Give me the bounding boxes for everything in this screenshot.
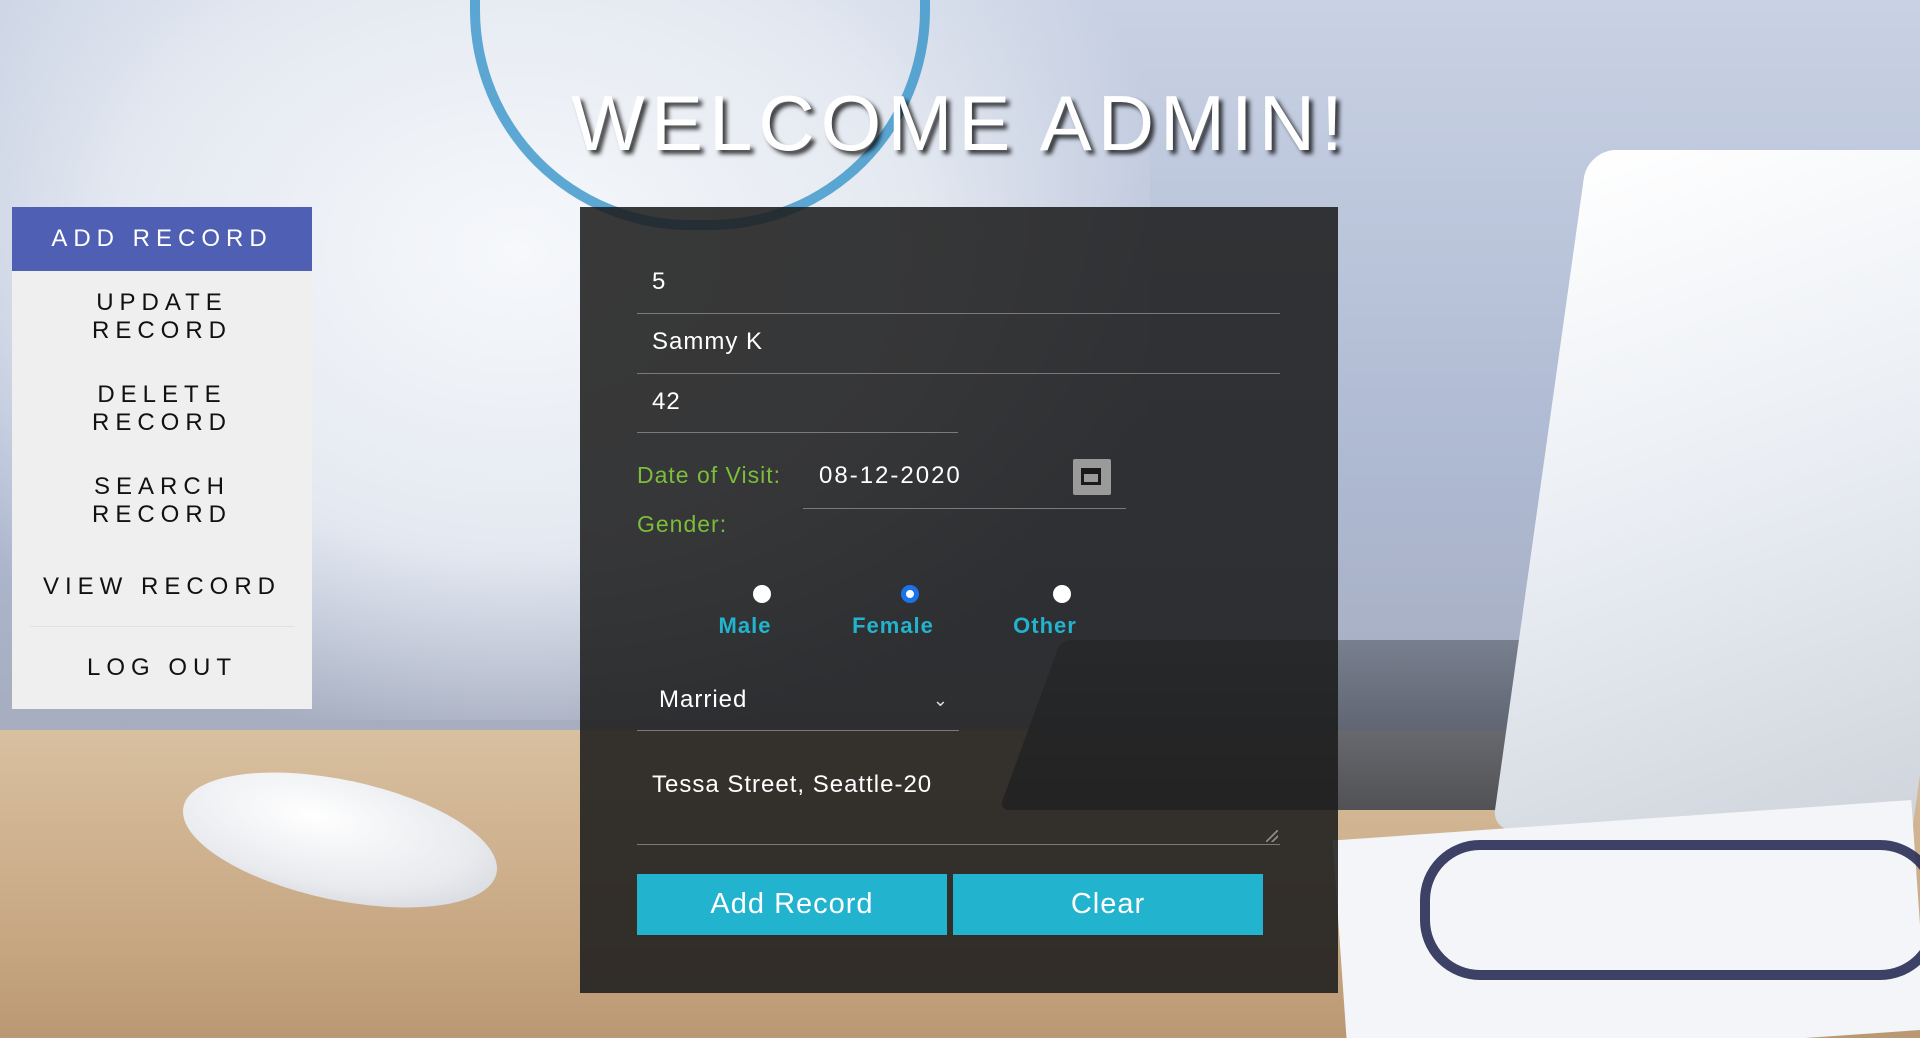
date-value: 08-12-2020 [819, 462, 962, 489]
gender-label: Gender: [637, 511, 728, 537]
sidebar-item-log-out[interactable]: LOG OUT [12, 627, 312, 709]
gender-radio-male[interactable]: Male [700, 585, 790, 639]
marital-status-value: Married [659, 686, 748, 713]
add-record-button[interactable]: Add Record [637, 874, 947, 935]
date-of-visit-field[interactable]: 08-12-2020 [803, 442, 1126, 509]
radio-label-other: Other [1013, 613, 1077, 638]
radio-button[interactable] [1053, 585, 1071, 603]
add-record-form: 5 Sammy K 42 Date of Visit: 08-12-2020 G… [580, 207, 1338, 993]
sidebar-item-view-record[interactable]: VIEW RECORD [30, 547, 294, 627]
age-field[interactable]: 42 [637, 375, 958, 433]
sidebar-item-delete-record[interactable]: DELETE RECORD [12, 363, 312, 455]
chevron-down-icon: ⌄ [932, 690, 949, 710]
sidebar-item-add-record[interactable]: ADD RECORD [12, 207, 312, 271]
name-field[interactable]: Sammy K [637, 315, 1280, 374]
radio-button-checked[interactable] [901, 585, 919, 603]
calendar-icon[interactable] [1073, 459, 1111, 495]
gender-radio-group: Male Female Other [580, 585, 1338, 665]
id-field[interactable]: 5 [637, 255, 1280, 314]
marital-status-select[interactable]: Married ⌄ [637, 669, 959, 731]
gender-radio-other[interactable]: Other [1000, 585, 1090, 639]
resize-handle-icon[interactable] [1266, 830, 1278, 842]
sidebar-item-update-record[interactable]: UPDATE RECORD [12, 271, 312, 363]
date-of-visit-label: Date of Visit: [637, 462, 781, 488]
radio-label-female: Female [852, 613, 934, 638]
radio-label-male: Male [718, 613, 772, 638]
sidebar: ADD RECORD UPDATE RECORD DELETE RECORD S… [12, 207, 312, 709]
address-value: Tessa Street, Seattle-20 [652, 771, 933, 798]
clear-button[interactable]: Clear [953, 874, 1263, 935]
sidebar-item-search-record[interactable]: SEARCH RECORD [12, 455, 312, 547]
page-title: WELCOME ADMIN! [571, 79, 1349, 167]
gender-radio-female[interactable]: Female [838, 585, 948, 639]
address-textarea[interactable]: Tessa Street, Seattle-20 [637, 747, 1280, 845]
radio-button[interactable] [753, 585, 771, 603]
